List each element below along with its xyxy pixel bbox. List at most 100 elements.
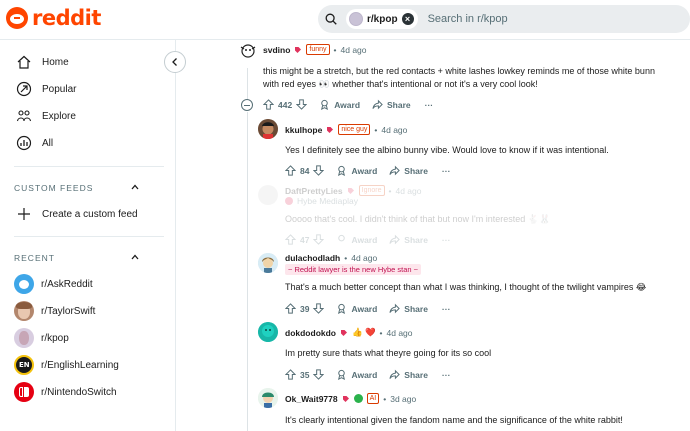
comment-timestamp[interactable]: 3d ago bbox=[390, 394, 416, 404]
user-flair: Ignore bbox=[358, 185, 385, 196]
comment-author[interactable]: dokdodokdo bbox=[285, 328, 336, 338]
sidebar-item-popular[interactable]: Popular bbox=[16, 81, 76, 97]
user-subflair: Hybe Mediaplay bbox=[297, 196, 358, 206]
share-button[interactable]: Share bbox=[389, 303, 428, 314]
close-icon[interactable]: × bbox=[401, 13, 414, 25]
comment-body: with red eyes 👀 whether that's intention… bbox=[263, 79, 538, 89]
plus-icon bbox=[18, 208, 30, 220]
chip-label: r/kpop bbox=[367, 13, 398, 25]
sidebar-item-label: Popular bbox=[42, 83, 77, 95]
sidebar-item-nintendoswitch[interactable]: r/NintendoSwitch bbox=[14, 382, 117, 402]
recent-heading[interactable]: RECENT bbox=[14, 253, 55, 263]
share-icon bbox=[372, 99, 383, 110]
upvote-icon[interactable] bbox=[285, 369, 296, 380]
comment-author[interactable]: dulachodladh bbox=[285, 253, 340, 263]
sidebar-item-label: All bbox=[42, 137, 54, 149]
comment-author[interactable]: svdino bbox=[263, 45, 290, 55]
award-button[interactable]: Award bbox=[319, 99, 360, 110]
sidebar-item-all[interactable]: All bbox=[16, 135, 53, 151]
avatar[interactable] bbox=[258, 388, 278, 408]
sidebar-item-label: r/NintendoSwitch bbox=[41, 386, 117, 398]
avatar[interactable] bbox=[258, 119, 278, 139]
sidebar-item-home[interactable]: Home bbox=[16, 54, 69, 70]
sidebar-item-askreddit[interactable]: r/AskReddit bbox=[14, 274, 93, 294]
sidebar-item-explore[interactable]: Explore bbox=[16, 108, 76, 124]
downvote-icon[interactable] bbox=[313, 165, 325, 176]
sidebar-divider bbox=[14, 166, 164, 167]
comment-author[interactable]: kkulhope bbox=[285, 125, 322, 135]
avatar[interactable] bbox=[258, 322, 278, 342]
chevron-up-icon[interactable] bbox=[130, 252, 140, 262]
award-button[interactable]: Award bbox=[336, 369, 377, 380]
chevron-up-icon[interactable] bbox=[130, 182, 140, 192]
avatar[interactable] bbox=[258, 185, 278, 205]
explore-icon bbox=[16, 110, 32, 122]
avatar[interactable] bbox=[238, 41, 258, 61]
award-button[interactable]: Award bbox=[336, 165, 377, 176]
sidebar-item-label: r/EnglishLearning bbox=[41, 359, 119, 371]
upvote-icon[interactable] bbox=[263, 99, 274, 110]
more-options-button[interactable]: ··· bbox=[442, 370, 451, 380]
separator-dot: • bbox=[383, 393, 387, 404]
upvote-icon[interactable] bbox=[285, 234, 296, 245]
award-button[interactable]: Award bbox=[336, 234, 377, 245]
share-label: Share bbox=[404, 165, 428, 176]
reddit-snoo-icon bbox=[6, 7, 28, 29]
comment-timestamp[interactable]: 4d ago bbox=[351, 253, 377, 263]
share-button[interactable]: Share bbox=[389, 165, 428, 176]
share-button[interactable]: Share bbox=[389, 234, 428, 245]
downvote-icon[interactable] bbox=[313, 234, 325, 245]
comment-timestamp[interactable]: 4d ago bbox=[387, 328, 413, 338]
comment-header: Ok_Wait9778 AI • 3d ago bbox=[285, 393, 416, 404]
sidebar-item-taylorswift[interactable]: r/TaylorSwift bbox=[14, 301, 95, 321]
more-options-button[interactable]: ··· bbox=[442, 304, 451, 314]
subreddit-search-chip[interactable]: r/kpop × bbox=[346, 9, 418, 29]
kpop-avatar-icon bbox=[349, 12, 363, 26]
vote-group: 39 bbox=[285, 303, 325, 314]
comment-timestamp[interactable]: 4d ago bbox=[381, 125, 407, 135]
share-button[interactable]: Share bbox=[372, 99, 411, 110]
search-bar[interactable]: r/kpop × Search in r/kpop bbox=[318, 5, 690, 33]
upvote-icon[interactable] bbox=[285, 165, 296, 176]
sidebar-item-label: Explore bbox=[42, 110, 76, 122]
comment-actions: 39 Award Share ··· bbox=[285, 303, 450, 314]
flair-dot-icon bbox=[285, 197, 293, 205]
create-custom-feed-button[interactable]: Create a custom feed bbox=[16, 206, 138, 222]
sidebar-item-kpop[interactable]: r/kpop bbox=[14, 328, 69, 348]
comment-timestamp[interactable]: 4d ago bbox=[395, 186, 421, 196]
comment-timestamp[interactable]: 4d ago bbox=[341, 45, 367, 55]
share-icon bbox=[389, 165, 401, 176]
home-icon bbox=[17, 55, 31, 69]
comment-author[interactable]: Ok_Wait9778 bbox=[285, 394, 338, 404]
more-options-button[interactable]: ··· bbox=[442, 166, 451, 176]
avatar[interactable] bbox=[258, 253, 278, 273]
user-avatar-icon bbox=[258, 322, 278, 342]
reddit-logo[interactable]: reddit bbox=[6, 6, 101, 30]
kpop-icon bbox=[14, 328, 34, 348]
nintendoswitch-icon bbox=[14, 382, 34, 402]
downvote-icon[interactable] bbox=[313, 369, 325, 380]
award-label: Award bbox=[351, 369, 378, 380]
share-label: Share bbox=[404, 234, 428, 245]
downvote-icon[interactable] bbox=[313, 303, 325, 314]
custom-feeds-heading[interactable]: CUSTOM FEEDS bbox=[14, 183, 93, 193]
award-label: Award bbox=[334, 99, 361, 110]
search-input[interactable]: Search in r/kpop bbox=[428, 13, 508, 25]
award-button[interactable]: Award bbox=[336, 303, 377, 314]
more-options-button[interactable]: ··· bbox=[442, 235, 451, 245]
user-avatar-icon bbox=[258, 119, 278, 139]
comment-body: That's a much better concept than what I… bbox=[285, 282, 647, 292]
share-button[interactable]: Share bbox=[389, 369, 428, 380]
all-icon bbox=[16, 135, 32, 151]
comment-actions: 442 Award Share ··· bbox=[263, 99, 433, 110]
downvote-icon[interactable] bbox=[296, 99, 308, 110]
sidebar-item-englishlearning[interactable]: EN r/EnglishLearning bbox=[14, 355, 119, 375]
upvote-icon[interactable] bbox=[285, 303, 296, 314]
share-label: Share bbox=[404, 369, 428, 380]
more-options-button[interactable]: ··· bbox=[425, 100, 434, 110]
sidebar-divider bbox=[14, 236, 164, 237]
share-icon bbox=[389, 369, 401, 380]
comment-author[interactable]: DaftPrettyLies bbox=[285, 186, 343, 196]
collapse-thread-button[interactable] bbox=[241, 99, 253, 111]
award-icon bbox=[338, 234, 346, 242]
